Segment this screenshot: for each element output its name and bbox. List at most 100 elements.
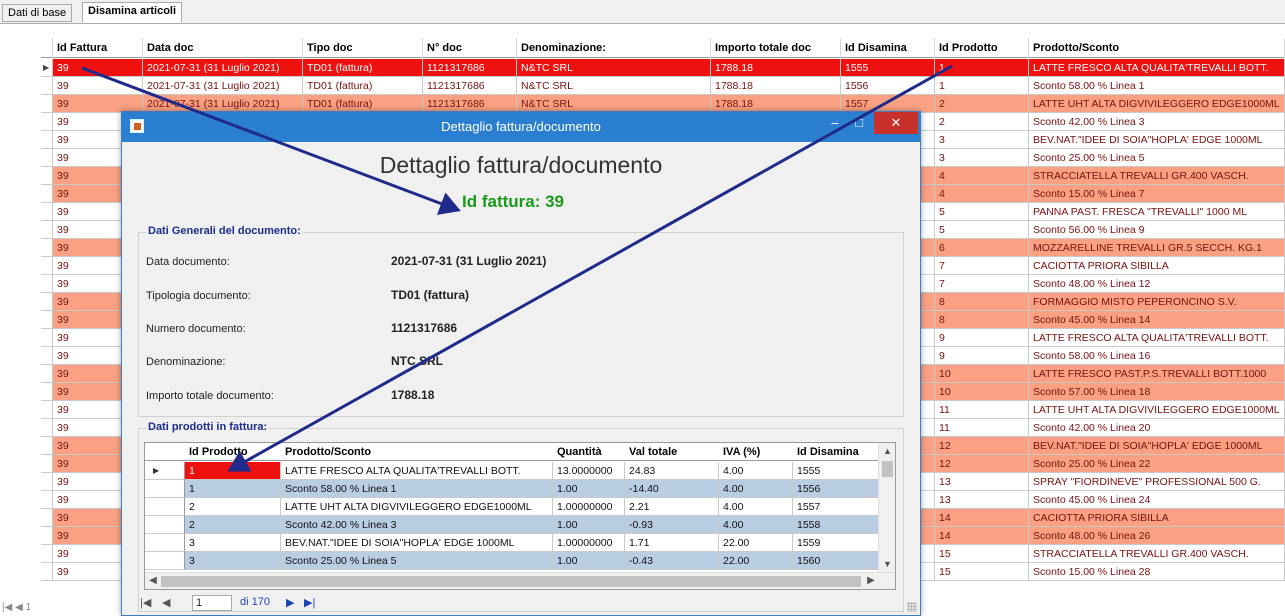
row-header[interactable] (41, 329, 53, 347)
cell-id-disamina[interactable]: 1558 (793, 516, 879, 534)
cell-iva[interactable]: 4.00 (719, 462, 793, 480)
cell-prodotto[interactable]: Sconto 45.00 % Linea 24 (1029, 491, 1285, 509)
cell-id-prodotto[interactable]: 4 (935, 185, 1029, 203)
cell-tipo-doc[interactable]: TD01 (fattura) (303, 59, 423, 77)
cell-denominazione[interactable]: N&TC SRL (517, 77, 711, 95)
cell-prodotto[interactable]: LATTE FRESCO ALTA QUALITA'TREVALLI BOTT. (1029, 329, 1285, 347)
hscroll-thumb[interactable] (161, 576, 861, 587)
row-header[interactable] (145, 516, 185, 534)
cell-prodotto[interactable]: CACIOTTA PRIORA SIBILLA (1029, 509, 1285, 527)
cell-id-disamina[interactable]: 1556 (793, 480, 879, 498)
product-row[interactable]: 3 BEV.NAT."IDEE DI SOIA"HOPLA' EDGE 1000M… (145, 534, 879, 552)
row-header[interactable] (41, 311, 53, 329)
maximize-button[interactable]: □ (844, 112, 874, 134)
cell-id-prodotto[interactable]: 15 (935, 563, 1029, 581)
row-header[interactable] (41, 509, 53, 527)
cell-prodotto[interactable]: Sconto 58.00 % Linea 16 (1029, 347, 1285, 365)
cell-val-totale[interactable]: -0.93 (625, 516, 719, 534)
row-header[interactable] (41, 113, 53, 131)
cell-iva[interactable]: 22.00 (719, 552, 793, 570)
scroll-down-icon[interactable]: ▼ (882, 558, 893, 570)
cell-id-prodotto[interactable]: 6 (935, 239, 1029, 257)
cell-quantita[interactable]: 1.00000000 (553, 534, 625, 552)
cell-id-prodotto[interactable]: 5 (935, 221, 1029, 239)
cell-id-prodotto[interactable]: 3 (935, 131, 1029, 149)
cell-prodotto[interactable]: Sconto 15.00 % Linea 28 (1029, 563, 1285, 581)
cell-id-prodotto[interactable]: 13 (935, 491, 1029, 509)
cell-prodotto[interactable]: LATTE FRESCO ALTA QUALITA'TREVALLI BOTT. (1029, 59, 1285, 77)
row-header[interactable] (41, 437, 53, 455)
col-header-id-fattura[interactable]: Id Fattura (53, 38, 143, 58)
last-page-icon[interactable]: ▶| (304, 596, 315, 609)
cell-prodotto[interactable]: STRACCIATELLA TREVALLI GR.400 VASCH. (1029, 167, 1285, 185)
row-pointer-icon[interactable]: ▶ (145, 462, 185, 480)
next-page-icon[interactable]: ▶ (286, 596, 294, 609)
product-row[interactable]: 2 Sconto 42.00 % Linea 3 1.00 -0.93 4.00 1558 (145, 516, 879, 534)
cell-id-prodotto[interactable]: 14 (935, 527, 1029, 545)
first-page-icon[interactable]: |◀ (140, 596, 151, 609)
cell-prodotto[interactable]: BEV.NAT."IDEE DI SOIA"HOPLA' EDGE 1000ML (1029, 437, 1285, 455)
row-header[interactable] (41, 77, 53, 95)
cell-data-doc[interactable]: 2021-07-31 (31 Luglio 2021) (143, 77, 303, 95)
cell-id-disamina[interactable]: 1555 (841, 59, 935, 77)
cell-n-doc[interactable]: 1121317686 (423, 77, 517, 95)
cell-id-prodotto[interactable]: 11 (935, 401, 1029, 419)
cell-id-prodotto[interactable]: 1 (935, 59, 1029, 77)
scroll-right-icon[interactable]: ▶ (865, 575, 877, 587)
row-header[interactable] (41, 95, 53, 113)
cell-val-totale[interactable]: 24.83 (625, 462, 719, 480)
row-header[interactable] (41, 419, 53, 437)
col-header-tipo-doc[interactable]: Tipo doc (303, 38, 423, 58)
cell-tipo-doc[interactable]: TD01 (fattura) (303, 77, 423, 95)
cell-prodotto[interactable]: Sconto 25.00 % Linea 5 (281, 552, 553, 570)
cell-prodotto[interactable]: Sconto 15.00 % Linea 7 (1029, 185, 1285, 203)
cell-iva[interactable]: 4.00 (719, 516, 793, 534)
row-header[interactable] (41, 257, 53, 275)
table-row[interactable]: ▶ 39 2021-07-31 (31 Luglio 2021) TD01 (fatt… (41, 59, 1285, 77)
cell-prodotto[interactable]: LATTE FRESCO PAST.P.S.TREVALLI BOTT.1000 (1029, 365, 1285, 383)
cell-id-disamina[interactable]: 1560 (793, 552, 879, 570)
col-header-importo[interactable]: Importo totale doc (711, 38, 841, 58)
table-row[interactable]: 39 2021-07-31 (31 Luglio 2021) TD01 (fattu… (41, 77, 1285, 95)
prev-page-icon[interactable]: ◀ (162, 596, 170, 609)
cell-id-prodotto[interactable]: 3 (185, 534, 281, 552)
cell-id-prodotto[interactable]: 12 (935, 455, 1029, 473)
cell-id-prodotto[interactable]: 2 (935, 95, 1029, 113)
row-header[interactable] (41, 149, 53, 167)
col-header-id-disamina[interactable]: Id Disamina (793, 443, 879, 461)
cell-iva[interactable]: 22.00 (719, 534, 793, 552)
cell-iva[interactable]: 4.00 (719, 498, 793, 516)
cell-quantita[interactable]: 1.00000000 (553, 498, 625, 516)
cell-id-prodotto[interactable]: 2 (185, 516, 281, 534)
row-header[interactable] (41, 203, 53, 221)
cell-prodotto[interactable]: LATTE UHT ALTA DIGVIVILEGGERO EDGE1000ML (1029, 95, 1285, 113)
cell-id-prodotto[interactable]: 8 (935, 311, 1029, 329)
cell-val-totale[interactable]: -0.43 (625, 552, 719, 570)
row-header[interactable] (41, 167, 53, 185)
row-header[interactable] (41, 185, 53, 203)
cell-id-prodotto[interactable]: 7 (935, 275, 1029, 293)
cell-id-prodotto[interactable]: 2 (935, 113, 1029, 131)
cell-quantita[interactable]: 1.00 (553, 516, 625, 534)
col-header-prodotto[interactable]: Prodotto/Sconto (281, 443, 553, 461)
product-row[interactable]: 1 Sconto 58.00 % Linea 1 1.00 -14.40 4.00 155… (145, 480, 879, 498)
cell-id-prodotto[interactable]: 1 (185, 480, 281, 498)
cell-prodotto[interactable]: Sconto 56.00 % Linea 9 (1029, 221, 1285, 239)
cell-prodotto[interactable]: Sconto 58.00 % Linea 1 (281, 480, 553, 498)
cell-prodotto[interactable]: Sconto 42.00 % Linea 20 (1029, 419, 1285, 437)
cell-prodotto[interactable]: LATTE FRESCO ALTA QUALITA'TREVALLI BOTT. (281, 462, 553, 480)
cell-prodotto[interactable]: BEV.NAT."IDEE DI SOIA"HOPLA' EDGE 1000ML (281, 534, 553, 552)
resize-grip-icon[interactable] (907, 602, 917, 612)
cell-quantita[interactable]: 1.00 (553, 552, 625, 570)
row-header[interactable] (145, 534, 185, 552)
product-row[interactable]: 2 LATTE UHT ALTA DIGVIVILEGGERO EDGE1000M… (145, 498, 879, 516)
cell-id-prodotto[interactable]: 13 (935, 473, 1029, 491)
cell-prodotto[interactable]: Sconto 42.00 % Linea 3 (281, 516, 553, 534)
cell-id-prodotto[interactable]: 3 (185, 552, 281, 570)
row-header[interactable] (41, 473, 53, 491)
scroll-thumb[interactable] (882, 461, 893, 477)
product-row[interactable]: 3 Sconto 25.00 % Linea 5 1.00 -0.43 22.00 156… (145, 552, 879, 570)
product-row[interactable]: ▶ 1 LATTE FRESCO ALTA QUALITA'TREVALLI BOT… (145, 462, 879, 480)
cell-id-prodotto[interactable]: 14 (935, 509, 1029, 527)
cell-id-prodotto[interactable]: 1 (935, 77, 1029, 95)
